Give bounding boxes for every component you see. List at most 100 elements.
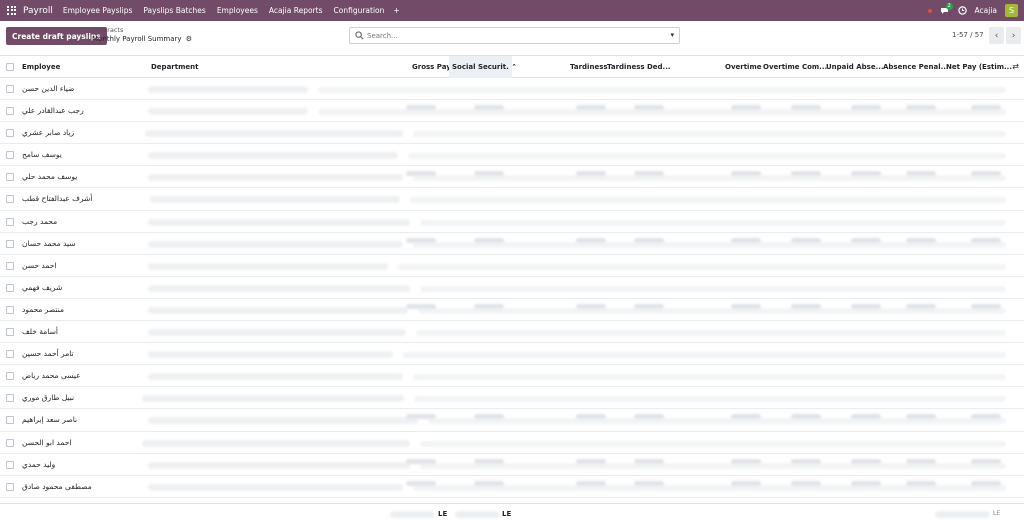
department-cell-redacted <box>148 152 398 160</box>
optional-columns-toggle-icon[interactable]: ⇄ <box>1012 62 1019 71</box>
column-net-pay[interactable]: Net Pay (Estim... <box>946 63 1012 71</box>
column-absence-penalty[interactable]: Absence Penal... <box>883 63 949 71</box>
messages-icon[interactable]: 2 <box>940 2 953 15</box>
row-checkbox[interactable] <box>6 107 14 116</box>
row-checkbox[interactable] <box>6 151 14 160</box>
department-cell-redacted <box>148 417 418 425</box>
menu-employee-payslips[interactable]: Employee Payslips <box>63 6 133 15</box>
numeric-cell-redacted <box>474 480 504 486</box>
table-row[interactable]: وليد حمدي <box>0 454 1024 476</box>
numeric-cell-redacted <box>731 303 761 309</box>
column-overtime[interactable]: Overtime <box>725 63 762 71</box>
table-row[interactable]: شريف فهمي <box>0 277 1024 299</box>
column-social-security-label: Social Securit. <box>452 63 509 71</box>
select-all-checkbox[interactable] <box>6 63 14 71</box>
apps-menu-icon[interactable] <box>7 5 17 16</box>
row-checkbox[interactable] <box>6 416 14 425</box>
activity-clock-icon[interactable] <box>957 6 967 15</box>
numeric-cell-redacted <box>576 414 606 420</box>
table-row[interactable]: زياد صابر عشري <box>0 122 1024 145</box>
gear-icon[interactable]: ⚙ <box>186 35 192 44</box>
department-cell-redacted <box>150 196 400 204</box>
column-unpaid-absence[interactable]: Unpaid Abse... <box>826 63 884 71</box>
row-checkbox[interactable] <box>6 283 14 292</box>
row-checkbox[interactable] <box>6 482 14 491</box>
company-switcher[interactable]: Acajia <box>975 6 997 15</box>
breadcrumb-contracts-link[interactable]: Contracts <box>92 26 192 35</box>
numeric-cell-redacted <box>406 171 436 177</box>
numeric-cell-redacted <box>971 303 1001 309</box>
row-checkbox[interactable] <box>6 129 14 138</box>
menu-configuration[interactable]: Configuration <box>334 6 385 15</box>
row-checkbox[interactable] <box>6 394 14 403</box>
column-overtime-compensation[interactable]: Overtime Com... <box>763 63 827 71</box>
employee-name-cell: رجب عبدالقادر علي <box>22 106 84 116</box>
numeric-cell-redacted <box>474 414 504 420</box>
employee-name-cell: عيسى محمد رياض <box>22 371 81 381</box>
table-row[interactable]: مصطفى محمود صادق <box>0 476 1024 498</box>
row-checkbox[interactable] <box>6 305 14 314</box>
table-row[interactable]: يوسف محمد حلي <box>0 166 1024 189</box>
table-row[interactable]: نبيل طارق موري <box>0 387 1024 410</box>
row-checkbox[interactable] <box>6 372 14 381</box>
row-values-redacted <box>318 87 1006 93</box>
numeric-cell-redacted <box>971 414 1001 420</box>
row-checkbox[interactable] <box>6 217 14 226</box>
search-input[interactable] <box>367 31 662 40</box>
table-row[interactable]: رجب عبدالقادر علي <box>0 100 1024 123</box>
row-checkbox[interactable] <box>6 350 14 359</box>
table-row[interactable]: أشرف عبدالفتاح قطب <box>0 188 1024 211</box>
numeric-cell-redacted <box>791 237 821 243</box>
column-social-security[interactable]: Social Securit. ⌃ <box>449 56 517 78</box>
menu-payslips-batches[interactable]: Payslips Batches <box>143 6 205 15</box>
numeric-cell-redacted <box>731 458 761 464</box>
column-tardiness[interactable]: Tardiness <box>570 63 608 71</box>
search-options-toggle-icon[interactable]: ▾ <box>670 31 674 39</box>
row-values-redacted <box>428 418 1006 425</box>
pager-next-button[interactable]: › <box>1006 27 1021 44</box>
row-checkbox[interactable] <box>6 438 14 447</box>
menu-employees[interactable]: Employees <box>217 6 258 15</box>
row-checkbox[interactable] <box>6 261 14 270</box>
row-values-redacted <box>420 219 1006 226</box>
column-tardiness-deduction[interactable]: Tardiness Ded... <box>607 63 671 71</box>
numeric-cell-redacted <box>474 105 504 111</box>
app-brand[interactable]: Payroll <box>23 6 53 16</box>
table-row[interactable]: تامر أحمد حسين <box>0 343 1024 366</box>
table-row[interactable]: أسامة خلف <box>0 321 1024 344</box>
table-row[interactable]: منتصر محمود <box>0 299 1024 322</box>
row-checkbox[interactable] <box>6 85 14 93</box>
column-department[interactable]: Department <box>151 63 198 71</box>
table-header: Employee Department Gross Pay Social Sec… <box>0 55 1024 78</box>
table-body: ضياء الدين حسن رجب عبدالقادر علي زياد صابر… <box>0 78 1024 498</box>
payroll-summary-table: Employee Department Gross Pay Social Sec… <box>0 55 1024 498</box>
numeric-cell-redacted <box>791 105 821 111</box>
row-checkbox[interactable] <box>6 195 14 204</box>
menu-acajia-reports[interactable]: Acajia Reports <box>269 6 323 15</box>
table-row[interactable]: عيسى محمد رياض <box>0 365 1024 388</box>
row-checkbox[interactable] <box>6 460 14 469</box>
row-checkbox[interactable] <box>6 173 14 182</box>
pager-value[interactable]: 1-57 / 57 <box>952 31 984 39</box>
table-row[interactable]: يوسف سامح <box>0 144 1024 167</box>
employee-name-cell: نبيل طارق موري <box>22 393 75 403</box>
department-cell-redacted <box>148 218 410 226</box>
row-checkbox[interactable] <box>6 328 14 337</box>
row-values-redacted <box>413 374 1006 381</box>
user-avatar[interactable]: S <box>1005 4 1018 17</box>
table-row[interactable]: احمد ابو الحسن <box>0 432 1024 454</box>
employee-name-cell: احمد ابو الحسن <box>22 437 72 447</box>
table-row[interactable]: احمد حسن <box>0 255 1024 277</box>
pager-previous-button[interactable]: ‹ <box>989 27 1004 44</box>
table-row[interactable]: ضياء الدين حسن <box>0 78 1024 101</box>
numeric-cell-redacted <box>731 105 761 111</box>
table-row[interactable]: سيد محمد حسان <box>0 233 1024 255</box>
column-employee[interactable]: Employee <box>22 63 60 71</box>
row-checkbox[interactable] <box>6 239 14 248</box>
table-row[interactable]: محمد رجب <box>0 211 1024 233</box>
table-row[interactable]: ناصر سعد إبراهيم <box>0 409 1024 432</box>
column-gross-pay[interactable]: Gross Pay <box>412 63 451 71</box>
add-menu-button[interactable]: + <box>393 6 399 15</box>
debug-bug-icon[interactable] <box>927 8 932 13</box>
numeric-cell-redacted <box>406 458 436 464</box>
